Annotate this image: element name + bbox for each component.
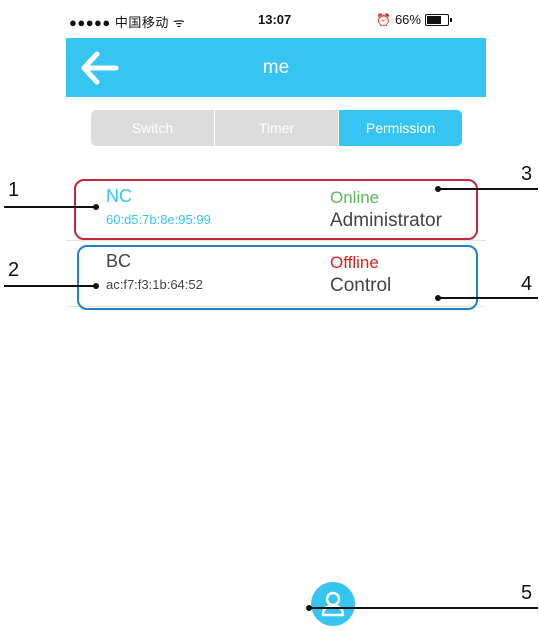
- alarm-icon: ⏰: [376, 12, 391, 27]
- highlight-frame-blue: [77, 245, 478, 310]
- callout-2-line: [4, 285, 96, 287]
- profile-button[interactable]: [311, 582, 355, 626]
- tab-permission[interactable]: Permission: [339, 110, 462, 146]
- clock-label: 13:07: [258, 12, 292, 27]
- user-icon: [321, 591, 345, 617]
- highlight-frame-red: [74, 179, 478, 240]
- callout-3-dot: [435, 186, 441, 192]
- status-bar: ●●●●● 中国移动 ᯤ 13:07 ⏰ 66%: [66, 0, 486, 38]
- tab-switch[interactable]: Switch: [91, 110, 215, 146]
- battery-label: 66%: [394, 12, 421, 27]
- callout-2-dot: [93, 283, 99, 289]
- row-divider: [66, 240, 486, 241]
- phone-screen: ●●●●● 中国移动 ᯤ 13:07 ⏰ 66% me Switch Timer…: [66, 0, 486, 626]
- callout-3: 3: [521, 163, 533, 185]
- callout-4-dot: [435, 295, 441, 301]
- callout-3-line: [438, 188, 538, 190]
- callout-4: 4: [521, 273, 533, 295]
- callout-5: 5: [521, 582, 533, 604]
- callout-1-dot: [93, 204, 99, 210]
- segmented-control: Switch Timer Permission: [91, 110, 462, 146]
- callout-5-dot: [306, 605, 312, 611]
- status-right: ⏰ 66%: [376, 12, 452, 27]
- callout-5-line: [310, 607, 538, 609]
- callout-1: 1: [8, 179, 20, 201]
- page-title: me: [262, 57, 290, 78]
- callout-4-line: [438, 297, 538, 299]
- tab-timer[interactable]: Timer: [215, 110, 339, 146]
- battery-icon: [424, 13, 452, 26]
- nav-bar: me: [66, 38, 486, 97]
- callout-1-line: [4, 206, 96, 208]
- carrier-label: ●●●●● 中国移动 ᯤ: [69, 15, 186, 30]
- callout-2: 2: [8, 259, 20, 281]
